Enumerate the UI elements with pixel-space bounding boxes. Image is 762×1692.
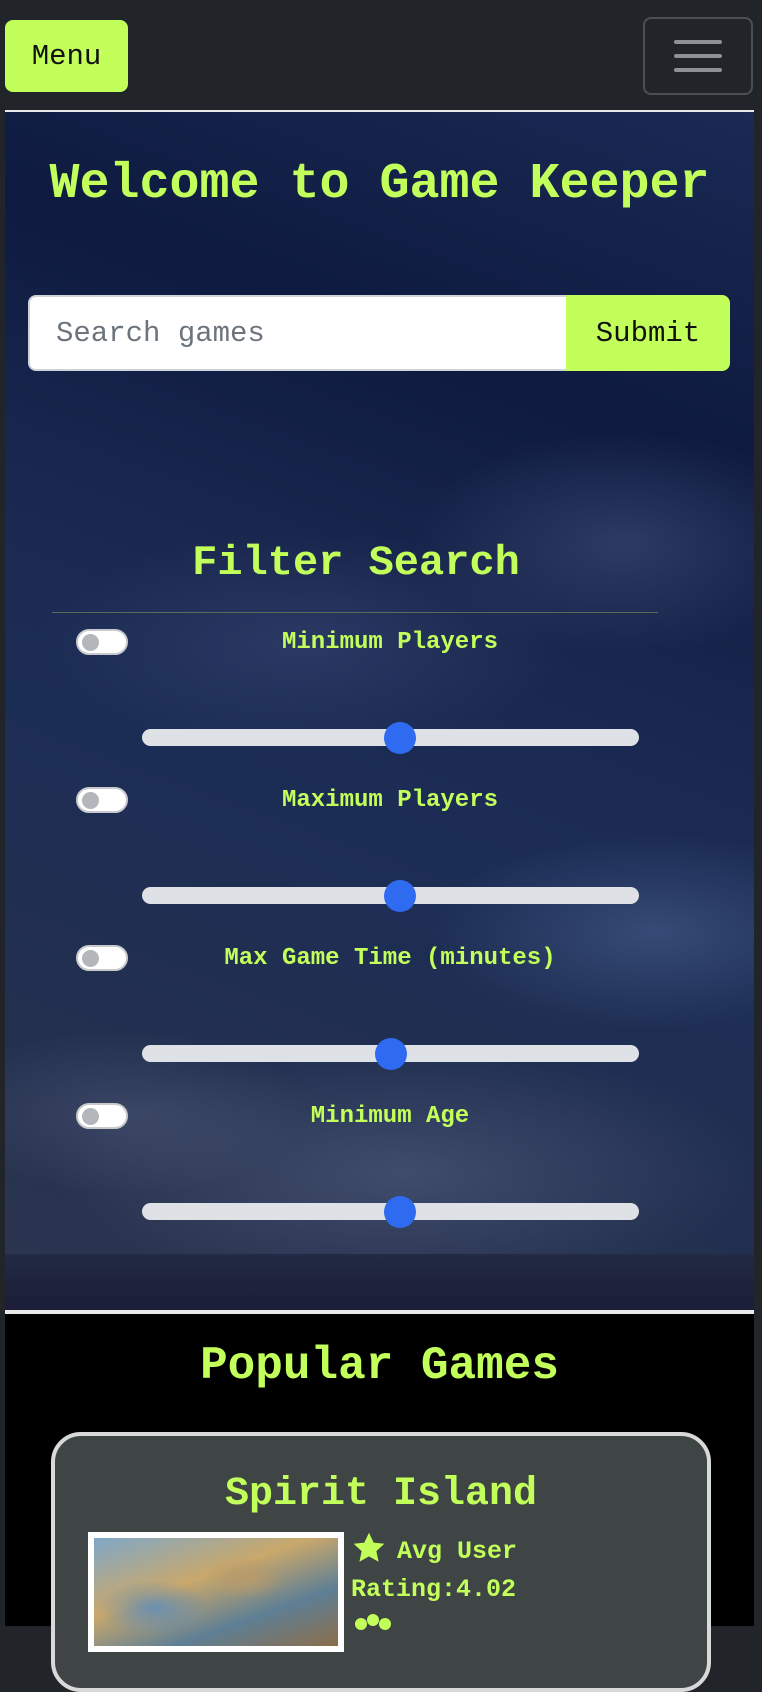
star-icon xyxy=(351,1530,387,1566)
min-players-slider-thumb[interactable] xyxy=(384,722,417,754)
max-players-slider[interactable] xyxy=(142,880,639,912)
min-age-toggle[interactable] xyxy=(76,1103,128,1129)
users-icon xyxy=(353,1614,393,1634)
search-input[interactable] xyxy=(28,295,566,371)
max-players-slider-thumb[interactable] xyxy=(384,880,417,912)
min-players-label: Minimum Players xyxy=(281,629,499,656)
hamburger-line xyxy=(674,68,722,72)
filter-row-max-players: Maximum Players xyxy=(5,787,754,937)
filter-row-min-players: Minimum Players xyxy=(5,629,754,779)
game-card[interactable]: Spirit Island Avg User Rating:4.02 xyxy=(51,1432,711,1692)
filter-row-min-age: Minimum Age xyxy=(5,1103,754,1253)
hamburger-line xyxy=(674,40,722,44)
filter-title: Filter Search xyxy=(192,539,520,587)
search-form: Submit xyxy=(28,295,730,371)
max-game-time-label: Max Game Time (minutes) xyxy=(224,945,556,972)
filter-divider xyxy=(52,612,658,613)
min-players-slider[interactable] xyxy=(142,722,639,754)
menu-button[interactable]: Menu xyxy=(5,20,128,92)
max-game-time-slider[interactable] xyxy=(142,1038,639,1070)
section-divider xyxy=(5,1310,754,1314)
hamburger-line xyxy=(674,54,722,58)
popular-games-section: Popular Games Spirit Island Avg User Rat… xyxy=(5,1310,754,1692)
game-cover-image[interactable] xyxy=(88,1532,344,1652)
min-age-slider-thumb[interactable] xyxy=(384,1196,417,1228)
max-players-toggle[interactable] xyxy=(76,787,128,813)
max-game-time-toggle[interactable] xyxy=(76,945,128,971)
popular-games-title: Popular Games xyxy=(200,1340,559,1392)
game-cover-art xyxy=(94,1538,338,1646)
navbar: Menu xyxy=(0,0,762,112)
min-age-label: Minimum Age xyxy=(310,1103,470,1130)
min-age-slider[interactable] xyxy=(142,1196,639,1228)
filter-row-max-game-time: Max Game Time (minutes) xyxy=(5,945,754,1095)
max-game-time-slider-thumb[interactable] xyxy=(374,1038,407,1070)
max-players-label: Maximum Players xyxy=(281,787,499,814)
min-players-toggle[interactable] xyxy=(76,629,128,655)
hero-section: Welcome to Game Keeper Submit Filter Sea… xyxy=(5,112,754,1312)
game-title[interactable]: Spirit Island xyxy=(55,1472,707,1517)
page-title: Welcome to Game Keeper xyxy=(49,156,710,213)
submit-button[interactable]: Submit xyxy=(566,295,730,371)
game-rating: Avg User Rating:4.02 xyxy=(351,1530,671,1609)
hamburger-icon[interactable] xyxy=(643,17,753,95)
hero-bottom-band xyxy=(5,1254,754,1312)
